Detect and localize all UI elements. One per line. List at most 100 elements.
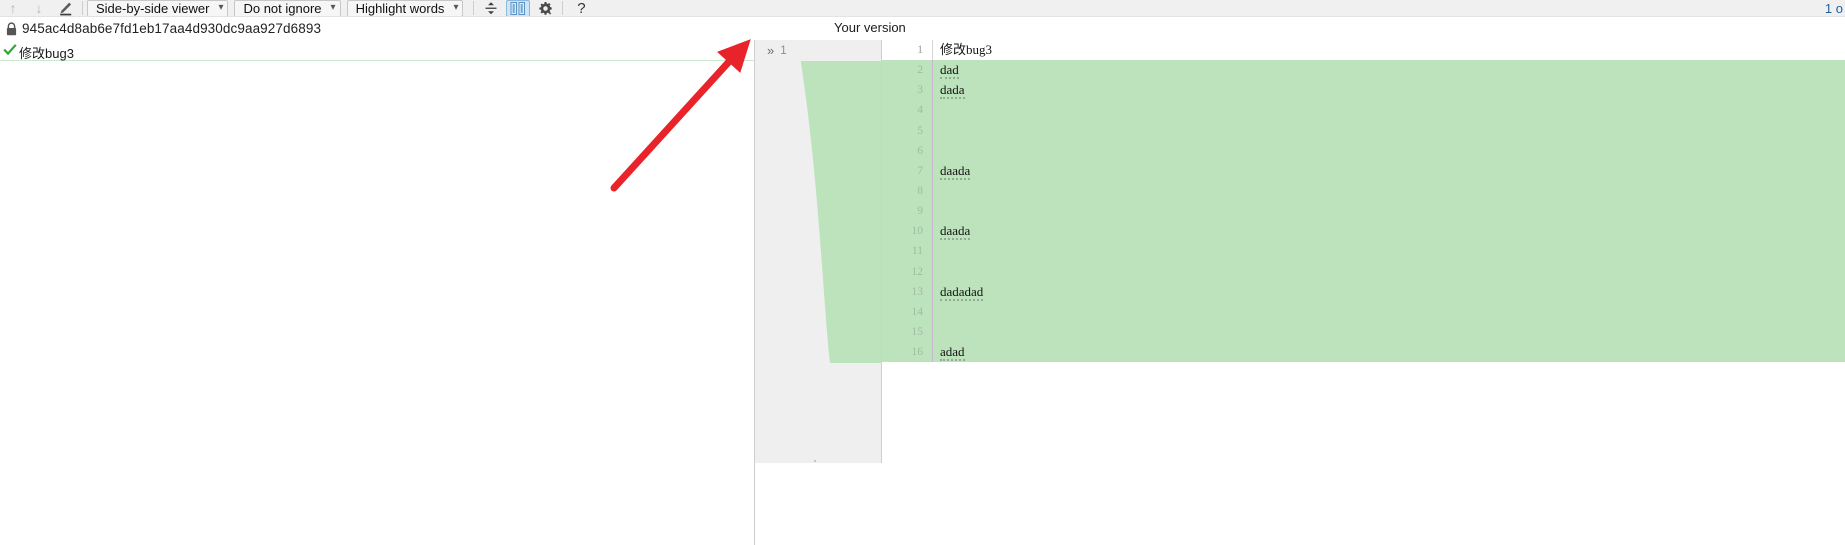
- ignore-mode-dropdown[interactable]: Do not ignore ▾: [234, 0, 341, 16]
- line-number: 5: [882, 124, 932, 137]
- toolbar-separator-2: [473, 1, 475, 15]
- code-line-row[interactable]: 2 dad: [882, 60, 1845, 81]
- toolbar: ↑ ↓ Side-by-side viewer ▾ Do not ignore …: [0, 0, 1845, 17]
- side-by-side-columns-icon: [510, 1, 526, 15]
- chevron-down-icon: ▾: [330, 2, 336, 13]
- viewer-mode-dropdown[interactable]: Side-by-side viewer ▾: [87, 0, 229, 16]
- code-line-row[interactable]: 11: [882, 241, 1845, 262]
- line-number: 7: [882, 164, 932, 177]
- line-text: [932, 302, 1845, 322]
- ignore-mode-label: Do not ignore: [243, 0, 322, 16]
- edit-button[interactable]: [52, 0, 78, 16]
- chevron-double-right-icon[interactable]: »: [767, 44, 774, 57]
- highlight-mode-dropdown[interactable]: Highlight words ▾: [346, 0, 464, 16]
- gutter-divider: [932, 180, 933, 202]
- line-text: [932, 181, 1845, 201]
- chevron-down-icon: ▾: [453, 2, 459, 13]
- right-pane-your-version[interactable]: 1 修改bug3 2 dad 3 dada 4 5 6 7 daada 8 9 10 daada 11 12 13…: [882, 40, 1845, 545]
- gutter-divider: [932, 40, 933, 61]
- line-number: 8: [882, 185, 932, 198]
- line-number: 1: [917, 44, 923, 57]
- help-button[interactable]: ?: [567, 0, 595, 17]
- gutter-divider: [932, 140, 933, 161]
- left-pane-original[interactable]: 修改bug3: [0, 40, 755, 545]
- green-check-icon: [3, 44, 17, 56]
- line-text: daada: [940, 162, 971, 180]
- code-line-row[interactable]: 12: [882, 261, 1845, 282]
- side-by-side-toggle-button[interactable]: [506, 0, 531, 16]
- your-version-header: Your version: [834, 20, 906, 35]
- connector-line-number: 1: [780, 44, 787, 57]
- code-line-row[interactable]: 4: [882, 100, 1845, 121]
- gutter-divider: [932, 60, 933, 81]
- line-text: [932, 201, 1845, 221]
- line-number: 9: [882, 205, 932, 218]
- line-number: 10: [882, 225, 932, 238]
- line-number: 4: [882, 104, 932, 117]
- code-line-row[interactable]: 3 dada: [882, 80, 1845, 101]
- line-text: [932, 100, 1845, 120]
- gear-icon: [539, 1, 552, 15]
- code-line-row[interactable]: 8: [882, 180, 1845, 202]
- right-pane-line-list: 1 修改bug3 2 dad 3 dada 4 5 6 7 daada 8 9 10 daada 11 12 13…: [882, 40, 1845, 363]
- arrow-up-icon: ↑: [9, 0, 17, 16]
- line-number: 16: [882, 346, 932, 359]
- highlight-mode-label: Highlight words: [355, 0, 445, 16]
- viewer-mode-label: Side-by-side viewer: [96, 0, 210, 16]
- commit-hash: 945ac4d8ab6e7fd1eb17aa4d930dc9aa927d6893: [22, 21, 322, 36]
- connector-header: » 1: [755, 40, 881, 61]
- line-text: [932, 121, 1845, 141]
- gutter-divider: [932, 301, 933, 322]
- nav-down-button[interactable]: ↓: [26, 0, 52, 16]
- toolbar-separator-3: [562, 1, 564, 15]
- line-number: 6: [882, 144, 932, 157]
- code-line-row[interactable]: 13 dadadad: [882, 281, 1845, 302]
- line-text: [932, 322, 1845, 342]
- code-line-row[interactable]: 15: [882, 321, 1845, 343]
- collapse-rows-icon: [485, 1, 497, 14]
- left-pane-first-line-text: 修改bug3: [19, 46, 74, 61]
- gutter-divider: [932, 321, 933, 343]
- line-text: daada: [940, 223, 971, 241]
- line-number: 2: [882, 64, 932, 77]
- line-number: 15: [882, 326, 932, 339]
- gutter-divider: [932, 342, 933, 363]
- pencil-edit-icon: [59, 2, 71, 15]
- left-pane-first-line: 修改bug3: [0, 40, 754, 61]
- code-line-row[interactable]: 9: [882, 201, 1845, 222]
- line-text: dada: [940, 82, 965, 100]
- line-text: dad: [940, 62, 959, 80]
- right-pane-empty-space: [882, 362, 1845, 545]
- gutter-divider: [932, 201, 933, 222]
- code-line-row[interactable]: 10 daada: [882, 221, 1845, 242]
- commit-hash-bar: 945ac4d8ab6e7fd1eb17aa4d930dc9aa927d6893: [0, 17, 1845, 40]
- help-label: ?: [577, 0, 586, 17]
- diff-area: 修改bug3 » 1 1 修改bug3 2 dad 3 dada 4 5 6 7 daada 8 9 10…: [0, 40, 1845, 545]
- diff-connector-column: » 1: [755, 40, 882, 463]
- code-line-row[interactable]: 7 daada: [882, 160, 1845, 181]
- line-text: [932, 241, 1845, 261]
- line-number: 12: [882, 265, 932, 278]
- match-count-label: 1 o: [1824, 1, 1843, 16]
- nav-up-button[interactable]: ↑: [0, 0, 26, 16]
- settings-button[interactable]: [532, 0, 558, 16]
- code-line-row[interactable]: 1 修改bug3: [882, 40, 1845, 61]
- gutter-divider: [932, 261, 933, 282]
- code-line-row[interactable]: 5: [882, 120, 1845, 141]
- lock-icon: [6, 21, 16, 35]
- line-text: 修改bug3: [940, 42, 993, 57]
- code-line-row[interactable]: 14: [882, 301, 1845, 322]
- line-number: 11: [882, 245, 932, 258]
- toolbar-separator-1: [82, 1, 83, 15]
- line-text: dadadad: [940, 283, 984, 301]
- gutter-divider: [932, 120, 933, 141]
- chevron-down-icon: ▾: [218, 2, 224, 13]
- drag-handle-icon[interactable]: [812, 460, 817, 463]
- code-line-row[interactable]: 6: [882, 140, 1845, 161]
- code-line-row[interactable]: 16 adad: [882, 342, 1845, 363]
- line-number: 14: [882, 305, 932, 318]
- collapse-rows-button[interactable]: [478, 0, 504, 16]
- gutter-divider: [932, 80, 933, 101]
- diff-connector-shape: [801, 61, 881, 363]
- line-text: [932, 141, 1845, 161]
